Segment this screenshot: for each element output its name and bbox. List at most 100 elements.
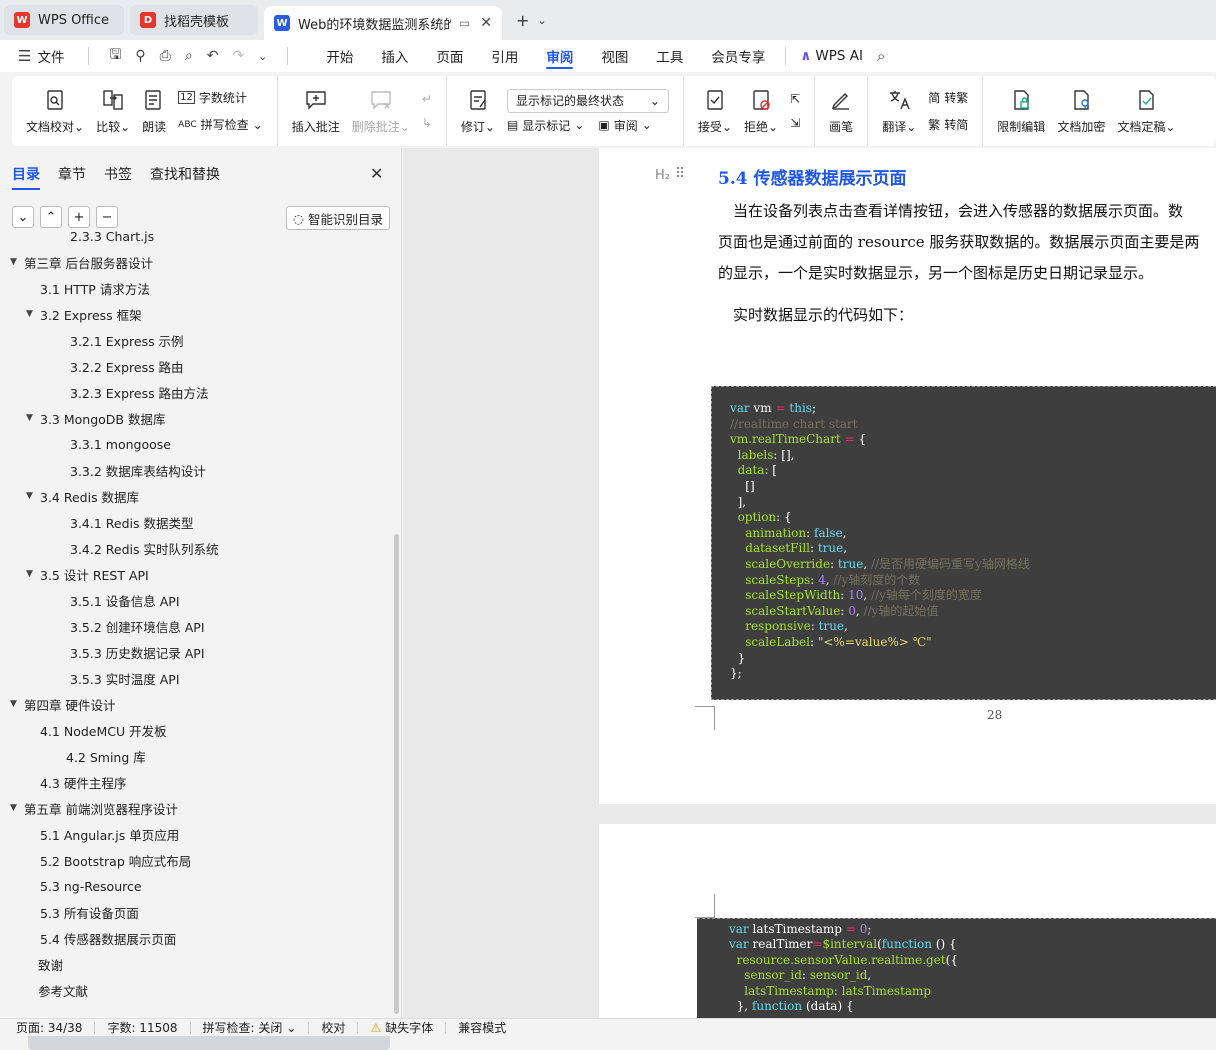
revise-button[interactable]: 修订⌄ [455,81,501,141]
restrict-edit-button[interactable]: 限制编辑 [991,81,1051,141]
expand-arrow-icon[interactable]: ▼ [26,413,40,423]
redo-icon[interactable]: ↷ [232,48,244,64]
toc-item[interactable]: 3.5.2 创建环境信息 API [70,614,205,638]
toc-item[interactable]: ▼ 第三章 后台服务器设计 [10,250,153,274]
drag-handle-icon[interactable]: ⠿ [675,166,685,182]
pen-button[interactable]: 画笔 [823,81,859,141]
toc-item[interactable]: 2.3.3 Chart.js [70,224,154,248]
toc-item[interactable]: ▼ 第四章 硬件设计 [10,692,115,716]
save-icon[interactable]: 🖫 [109,44,121,68]
toc-item[interactable]: 5.4 传感器数据展示页面 [40,926,176,950]
collapse-all-icon[interactable]: ⌄ [12,206,34,228]
next-comment-icon[interactable]: ↳ [422,116,432,130]
print-preview-icon[interactable]: ⌕ [185,48,193,64]
translate-button[interactable]: 翻译⌄ [876,81,922,141]
print-icon[interactable]: ⎙ [160,48,171,64]
toc-item[interactable]: 3.5.3 实时温度 API [70,666,180,690]
pane-scrollbar[interactable] [394,534,399,1014]
delete-comment-button[interactable]: 删除批注⌄ [346,81,416,141]
menu-start[interactable]: 开始 [312,40,367,72]
next-revision-icon[interactable]: ⇲ [790,116,800,130]
spell-check-indicator[interactable]: 拼写检查: 关闭 ⌄ [191,1019,309,1036]
tab-bookmarks[interactable]: 书签 [104,164,132,184]
toc-item[interactable]: 3.3.1 mongoose [70,432,171,456]
read-aloud-button[interactable]: 朗读 [136,81,172,141]
to-traditional-button[interactable]: 简转繁 [928,89,968,106]
expand-arrow-icon[interactable]: ▼ [10,803,24,813]
smart-toc-button[interactable]: ◌ 智能识别目录 [286,206,390,230]
tab-wps-office[interactable]: W WPS Office [4,5,124,35]
tab-toc[interactable]: 目录 [12,164,40,190]
prev-comment-icon[interactable]: ↵ [422,92,432,106]
undo-icon[interactable]: ↶ [207,48,219,64]
review-pane-button[interactable]: ▣ 审阅 ⌄ [598,117,651,134]
more-quick-icon[interactable]: ⌄ [258,50,267,63]
toc-item[interactable]: 3.1 HTTP 请求方法 [40,276,150,300]
expand-arrow-icon[interactable]: ▼ [26,309,40,319]
toc-item[interactable]: 4.3 硬件主程序 [40,770,126,794]
word-count-button[interactable]: 12 字数统计 [178,89,263,106]
toc-item[interactable]: 致谢 [38,952,63,976]
menu-view[interactable]: 视图 [587,40,642,72]
toc-item[interactable]: 3.4.1 Redis 数据类型 [70,510,194,534]
toc-item[interactable]: 5.3 所有设备页面 [40,900,139,924]
toc-item[interactable]: 3.2.2 Express 路由 [70,354,184,378]
toc-item[interactable]: 参考文献 [38,978,88,1002]
toc-item[interactable]: 5.1 Angular.js 单页应用 [40,822,179,846]
search-icon[interactable]: ⌕ [877,47,885,65]
insert-comment-button[interactable]: 插入批注 [286,81,346,141]
expand-arrow-icon[interactable]: ▼ [10,257,24,267]
toc-item[interactable]: ▼ 3.2 Express 框架 [26,302,142,326]
toc-item[interactable]: 5.2 Bootstrap 响应式布局 [40,848,191,872]
compare-button[interactable]: 比较⌄ [90,81,136,141]
expand-arrow-icon[interactable]: ▼ [26,569,40,579]
expand-arrow-icon[interactable]: ▼ [26,491,40,501]
menu-reference[interactable]: 引用 [477,40,532,72]
missing-font-indicator[interactable]: ⚠ 缺失字体 [358,1019,445,1036]
menu-page[interactable]: 页面 [422,40,477,72]
finalize-button[interactable]: 文档定稿⌄ [1111,81,1181,141]
close-tab-icon[interactable]: ✕ [480,15,492,31]
chevron-down-icon[interactable]: ⌄ [537,14,546,27]
tab-docer-templates[interactable]: D 找稻壳模板 [130,5,258,35]
toc-item[interactable]: 3.2.1 Express 示例 [70,328,184,352]
proofread-button[interactable]: 文档校对⌄ [20,81,90,141]
new-tab-icon[interactable]: + [516,11,529,30]
expand-arrow-icon[interactable]: ▼ [10,699,24,709]
toc-item[interactable]: 3.5.3 历史数据记录 API [70,640,205,664]
menu-member[interactable]: 会员专享 [697,40,779,72]
wps-ai-button[interactable]: ∧ WPS AI [800,48,863,64]
toc-item[interactable]: ▼ 3.5 设计 REST API [26,562,149,586]
menu-insert[interactable]: 插入 [367,40,422,72]
menu-review[interactable]: 审阅 [532,40,587,72]
to-simplified-button[interactable]: 繁转简 [928,116,968,133]
encrypt-button[interactable]: 文档加密 [1051,81,1111,141]
accept-button[interactable]: 接受⌄ [692,81,738,141]
show-markup-button[interactable]: ▤ 显示标记 ⌄ [507,117,584,134]
toc-item[interactable]: 3.3.2 数据库表结构设计 [70,458,206,482]
page-indicator[interactable]: 页面: 34/38 [0,1019,94,1036]
toc-item[interactable]: ▼ 3.4 Redis 数据库 [26,484,139,508]
proof-indicator[interactable]: 校对 [309,1019,357,1036]
toc-item[interactable]: 3.4.2 Redis 实时队列系统 [70,536,219,560]
expand-up-icon[interactable]: ⌃ [40,206,62,228]
word-count-indicator[interactable]: 字数: 11508 [95,1019,189,1036]
toc-item[interactable]: ▼ 3.3 MongoDB 数据库 [26,406,165,430]
menu-file[interactable]: 文件 [37,46,64,66]
markup-state-select[interactable]: 显示标记的最终状态 ⌄ [506,88,669,113]
toc-item[interactable]: 3.2.3 Express 路由方法 [70,380,209,404]
hamburger-menu-icon[interactable]: ☰ [18,47,31,65]
spell-check-button[interactable]: ABC 拼写检查 ⌄ [178,116,263,133]
tab-document[interactable]: W Web的环境数据监测系统的设 ▭ ✕ [264,6,502,40]
toc-item[interactable]: 3.5.1 设备信息 API [70,588,180,612]
toc-item[interactable]: 4.1 NodeMCU 开发板 [40,718,167,742]
toc-item[interactable]: ▼ 第五章 前端浏览器程序设计 [10,796,178,820]
toc-item[interactable]: 4.2 Sming 库 [66,744,146,768]
menu-tools[interactable]: 工具 [642,40,697,72]
share-icon[interactable]: ⚲ [135,48,145,64]
tab-sections[interactable]: 章节 [58,164,86,184]
reject-button[interactable]: 拒绝⌄ [738,81,784,141]
prev-revision-icon[interactable]: ⇱ [790,92,800,106]
close-pane-icon[interactable]: ✕ [370,164,383,183]
tab-find-replace[interactable]: 查找和替换 [150,164,220,184]
